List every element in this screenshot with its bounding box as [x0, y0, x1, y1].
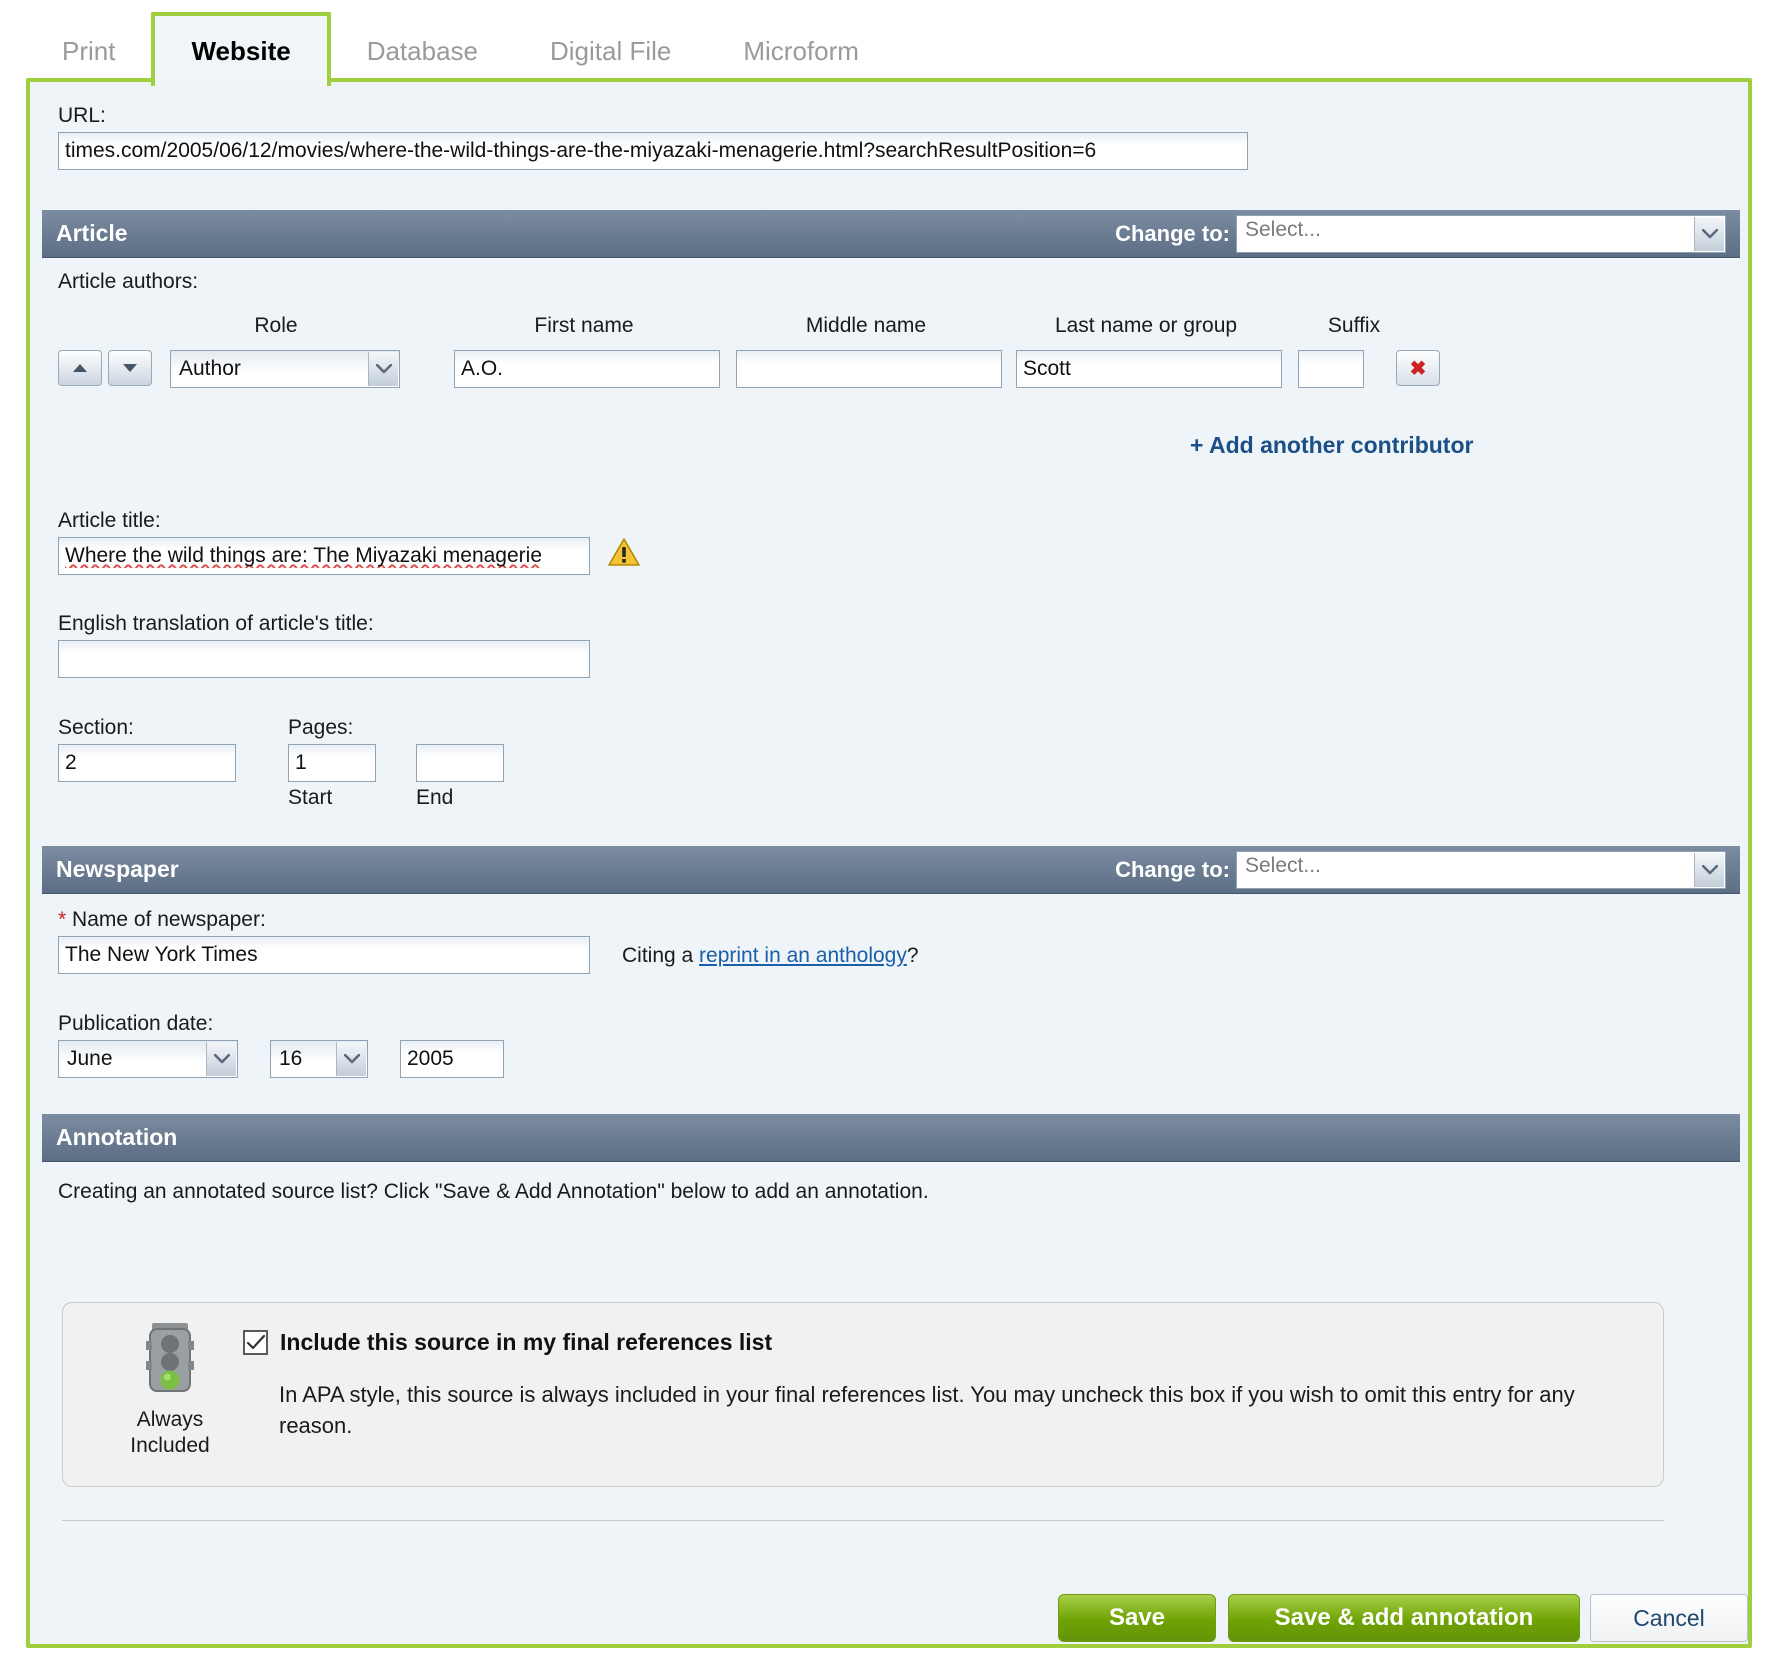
- always-included-badge: Always Included: [111, 1321, 229, 1459]
- include-source-checkbox[interactable]: [243, 1330, 268, 1355]
- tab-print[interactable]: Print: [26, 20, 151, 82]
- article-change-to-label: Change to:: [1115, 220, 1230, 246]
- publication-month-select[interactable]: June: [58, 1040, 238, 1078]
- chevron-down-icon: [368, 352, 398, 386]
- page-end-caption: End: [416, 786, 454, 809]
- chevron-down-icon: [206, 1042, 236, 1076]
- url-input[interactable]: [58, 132, 1248, 170]
- move-contributor-down-button[interactable]: [108, 350, 152, 386]
- url-label: URL:: [58, 104, 106, 127]
- chevron-down-icon: [1694, 216, 1724, 251]
- publication-month-value: June: [67, 1047, 113, 1070]
- reprint-in-anthology-link[interactable]: reprint in an anthology: [699, 944, 907, 967]
- article-change-to-group: Change to: Select...: [1115, 214, 1726, 253]
- article-title-input[interactable]: [58, 537, 590, 575]
- reprint-prefix: Citing a: [622, 944, 700, 967]
- save-add-annotation-button[interactable]: Save & add annotation: [1228, 1594, 1580, 1642]
- section-label: Section:: [58, 716, 134, 739]
- newspaper-section-title: Newspaper: [56, 856, 179, 882]
- article-section-title: Article: [56, 220, 128, 246]
- english-translation-label: English translation of article's title:: [58, 612, 374, 635]
- page-start-input[interactable]: [288, 744, 376, 782]
- reprint-anthology-line: Citing a reprint in an anthology?: [622, 944, 919, 968]
- publication-day-select[interactable]: 16: [270, 1040, 368, 1078]
- newspaper-section-header: Newspaper Change to: Select...: [42, 846, 1740, 894]
- include-source-description: In APA style, this source is always incl…: [279, 1382, 1575, 1438]
- annotation-section-title: Annotation: [56, 1124, 178, 1150]
- citation-form-page: Print Website Database Digital File Micr…: [0, 0, 1777, 1658]
- pages-label: Pages:: [288, 716, 354, 739]
- publication-year-input[interactable]: [400, 1040, 504, 1078]
- tab-microform[interactable]: Microform: [707, 20, 895, 82]
- article-authors-label: Article authors:: [58, 270, 199, 293]
- source-type-tabs: Print Website Database Digital File Micr…: [26, 8, 1752, 86]
- remove-contributor-button[interactable]: ✖: [1396, 350, 1440, 386]
- contributor-role-value: Author: [179, 357, 241, 380]
- newspaper-change-to-group: Change to: Select...: [1115, 850, 1726, 889]
- contributor-role-select[interactable]: Author: [170, 350, 400, 388]
- check-icon: [246, 1334, 265, 1349]
- column-header-first-name: First name: [534, 314, 634, 337]
- page-end-input[interactable]: [416, 744, 504, 782]
- annotation-section-header: Annotation: [42, 1114, 1740, 1162]
- newspaper-name-label-group: * Name of newspaper:: [58, 908, 266, 932]
- chevron-down-icon: [1694, 852, 1724, 887]
- tab-digital-file[interactable]: Digital File: [514, 20, 707, 82]
- article-title-label: Article title:: [58, 509, 161, 532]
- always-included-line2: Included: [130, 1434, 210, 1457]
- article-change-to-select[interactable]: Select...: [1236, 214, 1726, 253]
- annotation-hint-text: Creating an annotated source list? Click…: [58, 1180, 929, 1203]
- chevron-down-icon: [336, 1042, 366, 1076]
- section-input[interactable]: [58, 744, 236, 782]
- include-checkbox-row[interactable]: Include this source in my final referenc…: [243, 1329, 772, 1356]
- contributor-last-name-input[interactable]: [1016, 350, 1282, 388]
- publication-day-value: 16: [279, 1047, 303, 1070]
- tab-database[interactable]: Database: [331, 20, 514, 82]
- column-header-role: Role: [254, 314, 298, 337]
- always-included-line1: Always: [136, 1408, 204, 1431]
- column-header-suffix: Suffix: [1327, 314, 1381, 337]
- contributor-suffix-input[interactable]: [1298, 350, 1364, 388]
- column-header-last-name: Last name or group: [1054, 314, 1238, 337]
- traffic-light-icon: [146, 1323, 194, 1392]
- newspaper-change-to-value: Select...: [1245, 853, 1321, 877]
- newspaper-change-to-select[interactable]: Select...: [1236, 850, 1726, 889]
- add-another-contributor-link[interactable]: + Add another contributor: [1190, 432, 1473, 459]
- article-section-header: Article Change to: Select...: [42, 210, 1740, 258]
- footer-divider: [62, 1520, 1664, 1521]
- warning-icon: [608, 537, 640, 573]
- move-contributor-up-button[interactable]: [58, 350, 102, 386]
- page-start-caption: Start: [288, 786, 333, 809]
- tab-website[interactable]: Website: [151, 12, 331, 86]
- publication-date-label: Publication date:: [58, 1012, 214, 1035]
- article-change-to-value: Select...: [1245, 217, 1321, 241]
- newspaper-name-label: Name of newspaper:: [72, 908, 266, 931]
- required-asterisk: *: [58, 908, 67, 931]
- include-source-checkbox-label: Include this source in my final referenc…: [280, 1329, 773, 1355]
- english-translation-input[interactable]: [58, 640, 590, 678]
- column-header-middle-name: Middle name: [805, 314, 927, 337]
- reprint-suffix: ?: [906, 944, 919, 967]
- newspaper-name-input[interactable]: [58, 936, 590, 974]
- contributor-first-name-input[interactable]: [454, 350, 720, 388]
- close-icon: ✖: [1409, 357, 1427, 380]
- save-button[interactable]: Save: [1058, 1594, 1216, 1642]
- cancel-button[interactable]: Cancel: [1590, 1594, 1748, 1642]
- include-source-box: Always Included Include this source in m…: [62, 1302, 1664, 1487]
- newspaper-change-to-label: Change to:: [1115, 856, 1230, 882]
- contributor-middle-name-input[interactable]: [736, 350, 1002, 388]
